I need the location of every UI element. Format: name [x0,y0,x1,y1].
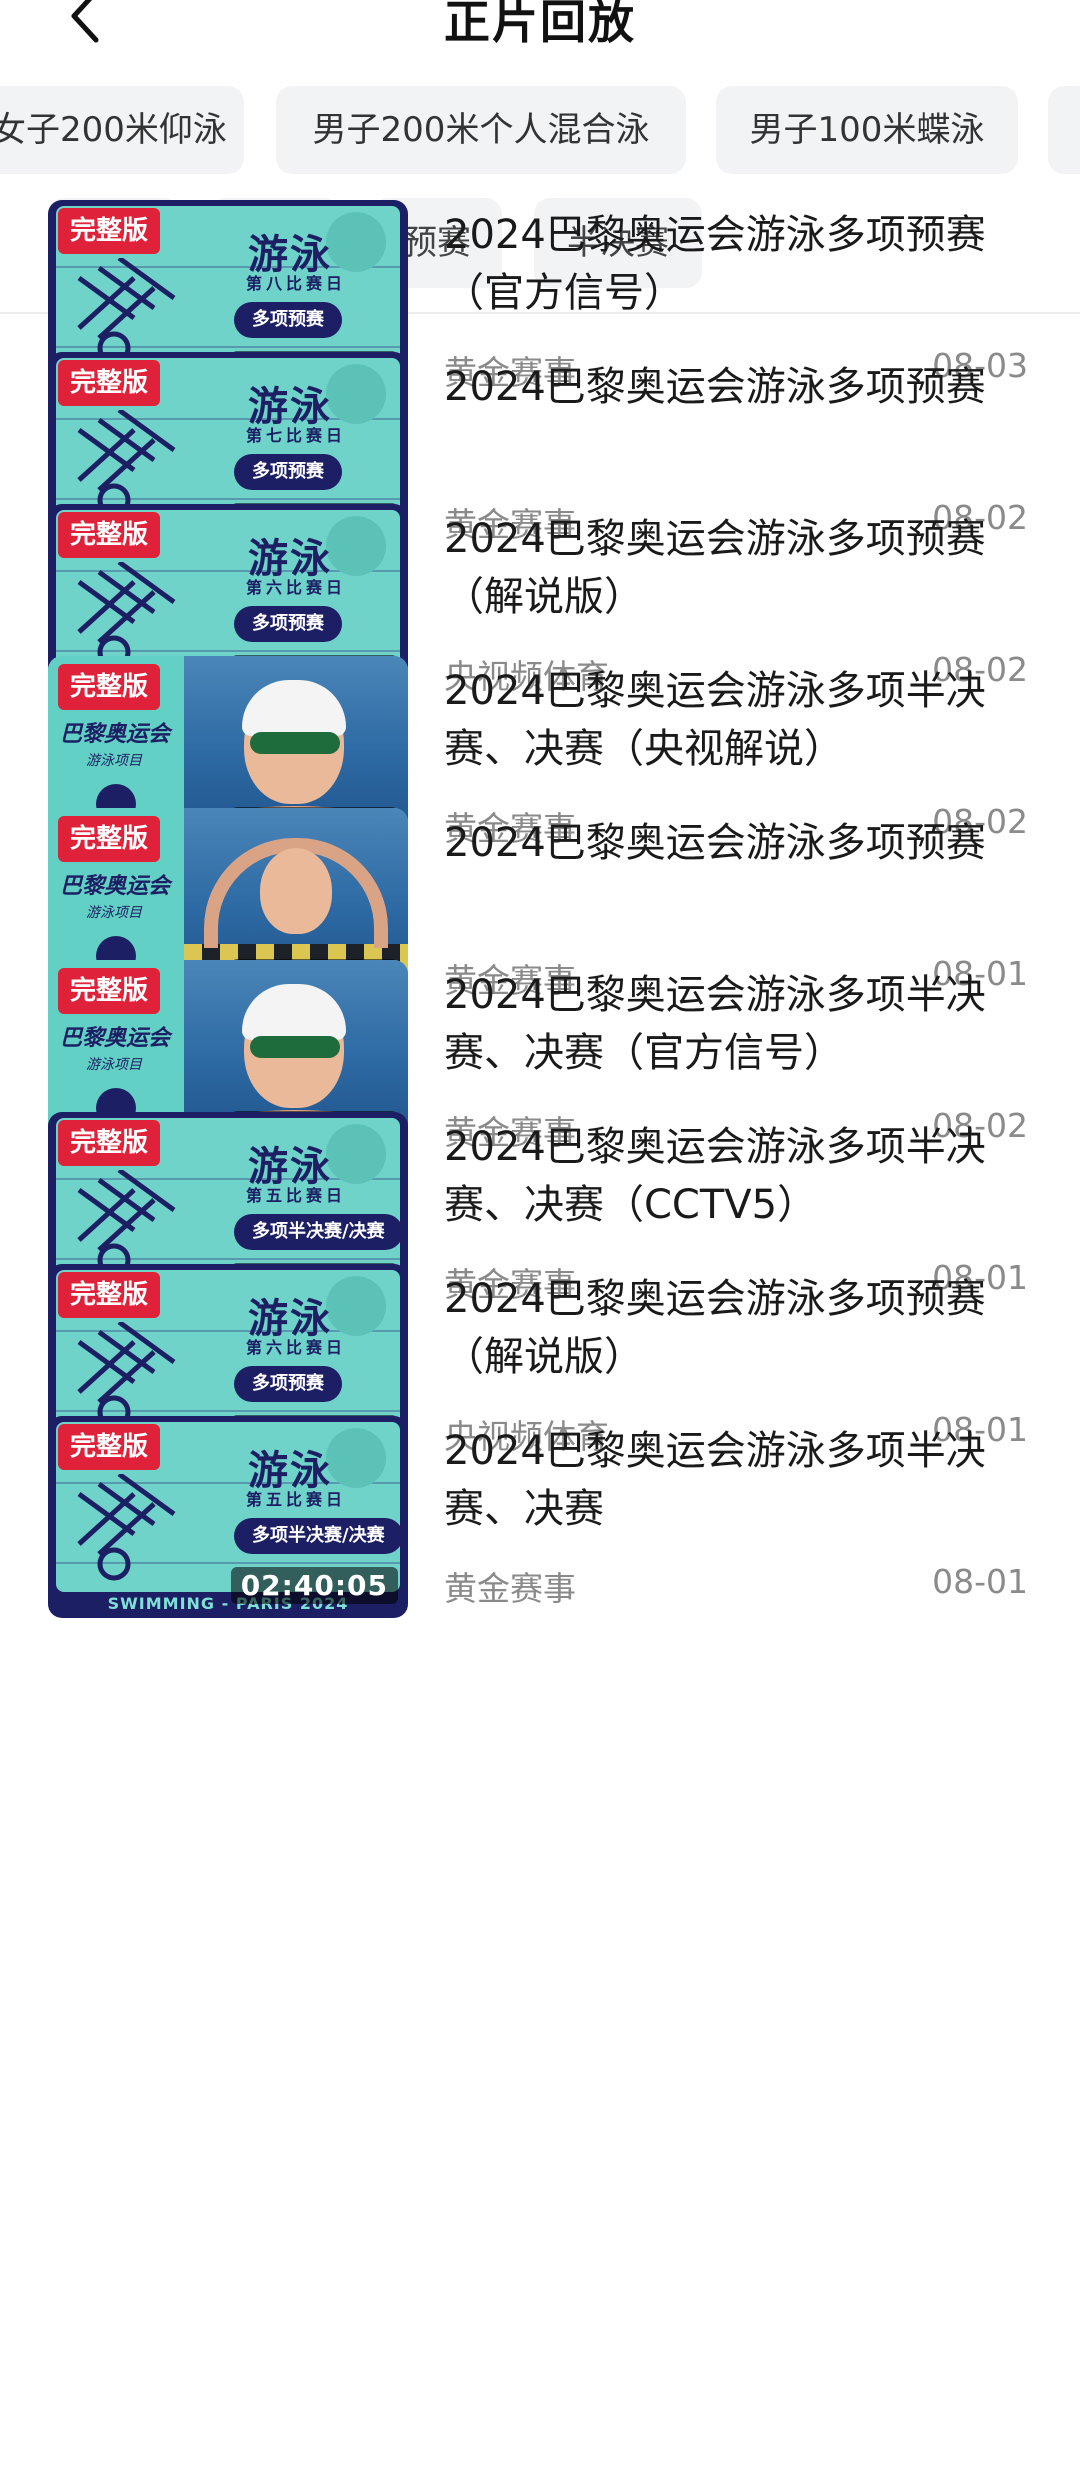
video-title[interactable]: 2024巴黎奥运会游泳多项预赛 [444,358,1024,416]
thumbnail-tag: 多项半决赛/决赛 [234,1518,400,1554]
decorative-circle [326,212,386,272]
page-title: 正片回放 [444,0,636,49]
video-title[interactable]: 2024巴黎奥运会游泳多项半决赛、决赛（央视解说） [444,662,1024,778]
thumbnail-tag: 多项半决赛/决赛 [234,1214,400,1250]
video-title[interactable]: 2024巴黎奥运会游泳多项预赛（官方信号） [444,206,1024,322]
video-info: 2024巴黎奥运会游泳多项半决赛、决赛 黄金赛事 08-01 [444,1416,1034,1618]
video-title[interactable]: 2024巴黎奥运会游泳多项半决赛、决赛 [444,1422,1024,1538]
video-source: 黄金赛事 [444,1569,576,1608]
thumbnail-tag: 多项预赛 [234,454,342,490]
full-version-badge: 完整版 [58,360,161,406]
thumbnail-day: 第六比赛日 [246,1338,347,1357]
decorative-circle [326,1276,386,1336]
video-title[interactable]: 2024巴黎奥运会游泳多项预赛（解说版） [444,1270,1024,1386]
video-list-item[interactable]: 游泳 第五比赛日 多项半决赛/决赛 SWIMMING - PARIS 2024 … [0,1416,1080,1656]
video-thumbnail[interactable]: 游泳 第五比赛日 多项半决赛/决赛 SWIMMING - PARIS 2024 … [48,1416,408,1618]
event-chip[interactable] [1048,86,1080,174]
swimmer-head [260,848,332,934]
video-date: 08-01 [932,1562,1028,1601]
video-duration: 02:40:05 [230,1567,398,1604]
event-chip-row[interactable]: 女子200米仰泳 男子200米个人混合泳 男子100米蝶泳 [0,86,1080,176]
decorative-circle [326,364,386,424]
thumbnail-tag: 多项预赛 [234,1366,342,1402]
thumbnail-subtitle: 游泳项目 [86,905,142,921]
thumbnail-tag: 多项预赛 [234,302,342,338]
thumbnail-day: 第八比赛日 [246,274,347,293]
thumbnail-day: 第七比赛日 [246,426,347,445]
full-version-badge: 完整版 [58,664,161,710]
thumbnail-subtitle: 游泳项目 [86,753,142,769]
thumbnail-title: 巴黎奥运会 [60,874,171,899]
full-version-badge: 完整版 [58,1424,161,1470]
thumbnail-title: 巴黎奥运会 [60,1026,171,1051]
full-version-badge: 完整版 [58,512,161,558]
full-version-badge: 完整版 [58,968,161,1014]
thumbnail-day: 第五比赛日 [246,1490,347,1509]
full-version-badge: 完整版 [58,1272,161,1318]
thumbnail-title: 巴黎奥运会 [60,722,171,747]
video-title[interactable]: 2024巴黎奥运会游泳多项预赛（解说版） [444,510,1024,626]
decorative-circle [326,1124,386,1184]
top-bar: 正片回放 [0,0,1080,60]
video-title[interactable]: 2024巴黎奥运会游泳多项半决赛、决赛（官方信号） [444,966,1024,1082]
thumbnail-day: 第五比赛日 [246,1186,347,1205]
full-version-badge: 完整版 [58,816,161,862]
video-title[interactable]: 2024巴黎奥运会游泳多项预赛 [444,814,1024,872]
event-chip[interactable]: 女子200米仰泳 [0,86,244,174]
thumbnail-subtitle: 游泳项目 [86,1057,142,1073]
decorative-circle [326,1428,386,1488]
thumbnail-day: 第六比赛日 [246,578,347,597]
full-version-badge: 完整版 [58,208,161,254]
thumbnail-tag: 多项预赛 [234,606,342,642]
home-indicator [0,2460,1080,2476]
full-version-badge: 完整版 [58,1120,161,1166]
event-chip[interactable]: 男子100米蝶泳 [716,86,1018,174]
swim-cap [242,680,346,736]
event-chip[interactable]: 男子200米个人混合泳 [276,86,686,174]
swim-lanes-icon [77,1474,176,1581]
decorative-circle [326,516,386,576]
video-title[interactable]: 2024巴黎奥运会游泳多项半决赛、决赛（CCTV5） [444,1118,1024,1234]
goggles [250,732,340,754]
goggles [250,1036,340,1058]
swim-cap [242,984,346,1040]
